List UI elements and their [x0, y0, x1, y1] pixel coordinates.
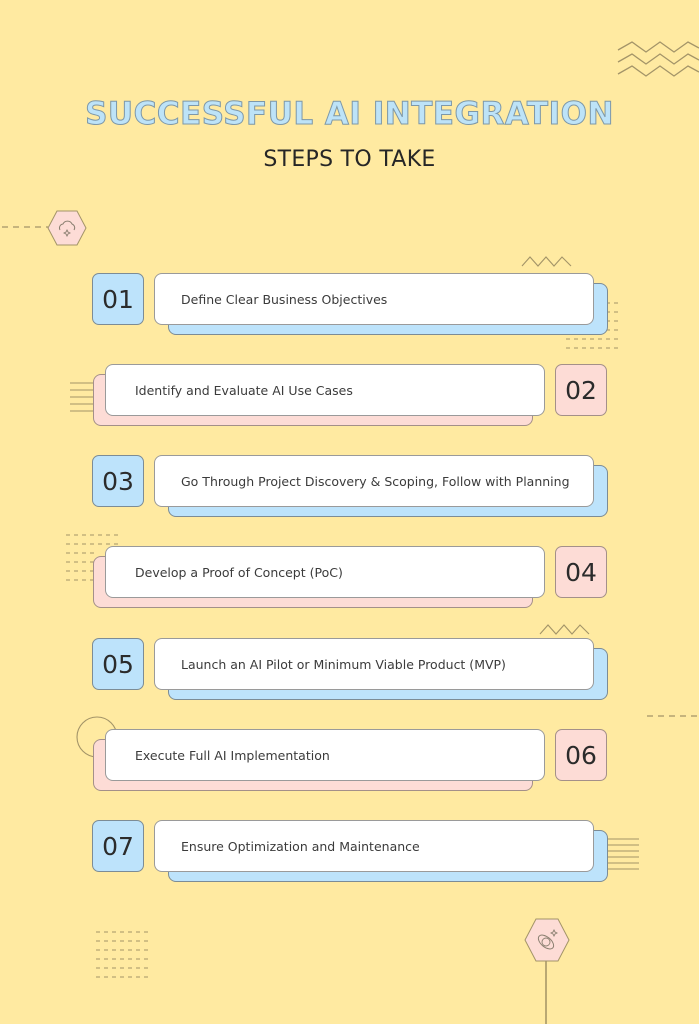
step-card: Go Through Project Discovery & Scoping, …	[154, 455, 594, 507]
step-card: Execute Full AI Implementation	[105, 729, 545, 781]
zigzag-small-decoration-2	[539, 624, 590, 635]
step-card: Identify and Evaluate AI Use Cases	[105, 364, 545, 416]
step-label: Define Clear Business Objectives	[181, 291, 388, 307]
zigzag-small-decoration	[521, 256, 572, 267]
page-title: SUCCESSFUL AI INTEGRATION	[85, 96, 614, 133]
stripes-right-decoration	[607, 838, 639, 870]
step-number-badge: 03	[92, 455, 144, 507]
step-card: Define Clear Business Objectives	[154, 273, 594, 325]
step-label: Execute Full AI Implementation	[135, 747, 330, 763]
step-card: Develop a Proof of Concept (PoC)	[105, 546, 545, 598]
step-card: Launch an AI Pilot or Minimum Viable Pro…	[154, 638, 594, 690]
step-number-badge: 01	[92, 273, 144, 325]
step-label: Ensure Optimization and Maintenance	[181, 838, 420, 854]
step-label: Go Through Project Discovery & Scoping, …	[181, 473, 570, 489]
cloud-sparkle-icon	[47, 210, 87, 246]
step-card: Ensure Optimization and Maintenance	[154, 820, 594, 872]
planet-sparkle-icon	[524, 918, 570, 1024]
step-number-badge: 04	[555, 546, 607, 598]
step-label: Identify and Evaluate AI Use Cases	[135, 382, 353, 398]
step-label: Launch an AI Pilot or Minimum Viable Pro…	[181, 656, 506, 672]
step-number-badge: 06	[555, 729, 607, 781]
page-subtitle: STEPS TO TAKE	[263, 147, 436, 172]
step-number-badge: 02	[555, 364, 607, 416]
zigzag-lines-decoration	[617, 41, 699, 77]
dash-grid-bottom-decoration	[96, 931, 150, 978]
step-number-badge: 07	[92, 820, 144, 872]
dashed-line-left-decoration	[2, 226, 48, 228]
step-number-badge: 05	[92, 638, 144, 690]
step-label: Develop a Proof of Concept (PoC)	[135, 564, 343, 580]
dashed-line-right-decoration	[647, 715, 699, 717]
